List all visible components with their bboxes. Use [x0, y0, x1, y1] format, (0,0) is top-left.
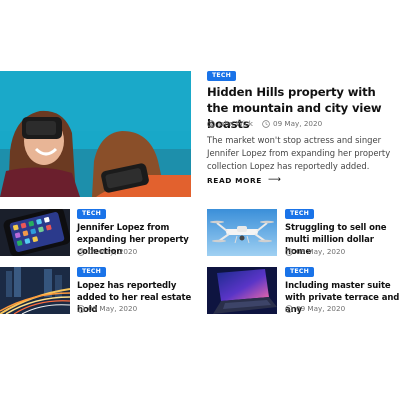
card-4-category-tag[interactable]: TECH: [285, 267, 314, 277]
arrow-right-icon: ⟶: [267, 175, 282, 185]
card-4-date: 09 May, 2020: [285, 304, 345, 313]
clock-icon: [285, 247, 293, 256]
card-image-phone[interactable]: [0, 209, 70, 256]
featured-excerpt: The market won't stop actress and singer…: [207, 135, 391, 171]
featured-author-name: John Wick: [218, 119, 253, 128]
card-image-drone[interactable]: [207, 209, 277, 256]
user-icon: [207, 119, 215, 128]
card-2-category-tag[interactable]: TECH: [285, 209, 314, 219]
card-3-date-text: 09 May, 2020: [88, 304, 138, 313]
clock-icon: [77, 304, 85, 313]
featured-category-tag[interactable]: TECH: [207, 71, 236, 81]
card-2-date-text: 09 May, 2020: [296, 247, 346, 256]
card-1-category-tag[interactable]: TECH: [77, 209, 106, 219]
card-3-date: 09 May, 2020: [77, 304, 137, 313]
read-more-link[interactable]: READ MORE ⟶: [207, 175, 281, 185]
read-more-label: READ MORE: [207, 175, 262, 185]
featured-date: 09 May, 2020: [262, 119, 322, 128]
card-1-date-text: 09 May, 2020: [88, 247, 138, 256]
card-4-date-text: 09 May, 2020: [296, 304, 346, 313]
card-image-city-lights[interactable]: [0, 267, 70, 314]
clock-icon: [285, 304, 293, 313]
card-image-laptop[interactable]: [207, 267, 277, 314]
clock-icon: [77, 247, 85, 256]
card-3-category-tag[interactable]: TECH: [77, 267, 106, 277]
featured-image[interactable]: [0, 71, 191, 197]
card-2-date: 09 May, 2020: [285, 247, 345, 256]
featured-date-text: 09 May, 2020: [273, 119, 323, 128]
clock-icon: [262, 119, 270, 128]
card-1-date: 09 May, 2020: [77, 247, 137, 256]
featured-author[interactable]: John Wick: [207, 119, 253, 128]
